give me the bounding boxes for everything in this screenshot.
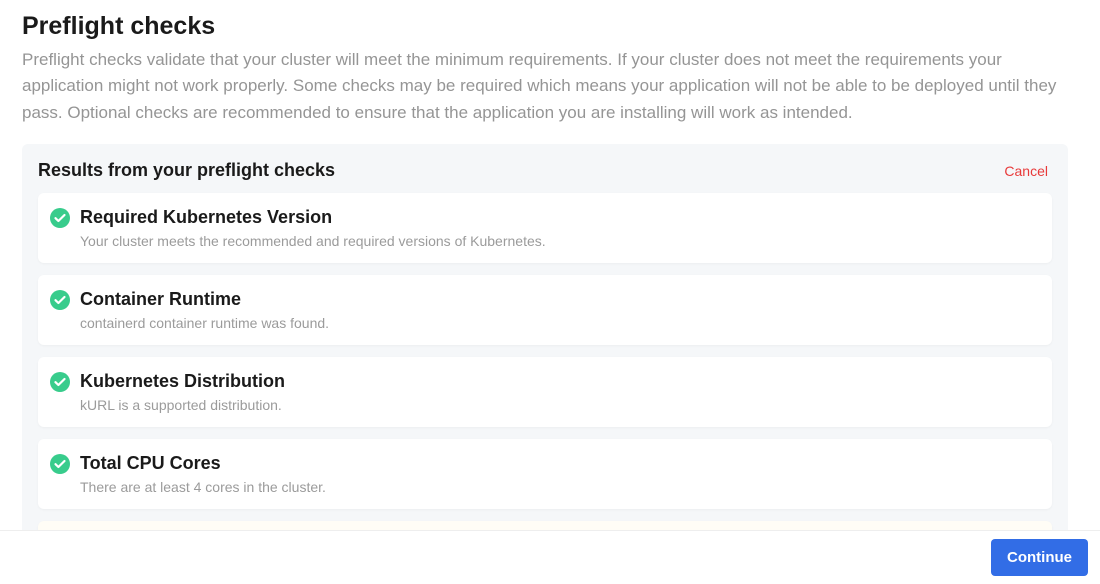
check-title: Total CPU Cores xyxy=(80,453,1036,479)
check-title: Required Kubernetes Version xyxy=(80,207,1036,233)
check-circle-icon xyxy=(50,290,70,310)
check-description: Your cluster meets the recommended and r… xyxy=(80,233,1036,249)
check-circle-icon xyxy=(50,208,70,228)
check-circle-icon xyxy=(50,454,70,474)
cancel-link[interactable]: Cancel xyxy=(1004,163,1048,179)
check-circle-icon xyxy=(50,454,70,474)
check-title: Container Runtime xyxy=(80,289,1036,315)
page-description: Preflight checks validate that your clus… xyxy=(22,47,1068,144)
continue-button[interactable]: Continue xyxy=(991,539,1088,576)
footer-bar: Continue xyxy=(0,530,1100,584)
check-card: Required Kubernetes VersionYour cluster … xyxy=(38,193,1052,263)
results-header: Results from your preflight checks Cance… xyxy=(38,160,1052,193)
check-circle-icon xyxy=(50,290,70,310)
check-body: Total CPU CoresThere are at least 4 core… xyxy=(80,453,1036,495)
page-title: Preflight checks xyxy=(22,0,1068,47)
check-body: Kubernetes DistributionkURL is a support… xyxy=(80,371,1036,413)
check-card: Total CPU CoresThere are at least 4 core… xyxy=(38,439,1052,509)
main-scroll-area[interactable]: Preflight checks Preflight checks valida… xyxy=(0,0,1090,530)
check-body: Container Runtimecontainerd container ru… xyxy=(80,289,1036,331)
check-card: Must have at least 3 nodes in the cluste… xyxy=(38,521,1052,530)
check-card: Kubernetes DistributionkURL is a support… xyxy=(38,357,1052,427)
check-description: kURL is a supported distribution. xyxy=(80,397,1036,413)
check-title: Kubernetes Distribution xyxy=(80,371,1036,397)
checks-list: Required Kubernetes VersionYour cluster … xyxy=(38,193,1052,530)
results-title: Results from your preflight checks xyxy=(38,160,335,181)
results-panel: Results from your preflight checks Cance… xyxy=(22,144,1068,530)
check-description: There are at least 4 cores in the cluste… xyxy=(80,479,1036,495)
check-circle-icon xyxy=(50,372,70,392)
check-card: Container Runtimecontainerd container ru… xyxy=(38,275,1052,345)
check-circle-icon xyxy=(50,208,70,228)
check-body: Required Kubernetes VersionYour cluster … xyxy=(80,207,1036,249)
check-circle-icon xyxy=(50,372,70,392)
check-description: containerd container runtime was found. xyxy=(80,315,1036,331)
